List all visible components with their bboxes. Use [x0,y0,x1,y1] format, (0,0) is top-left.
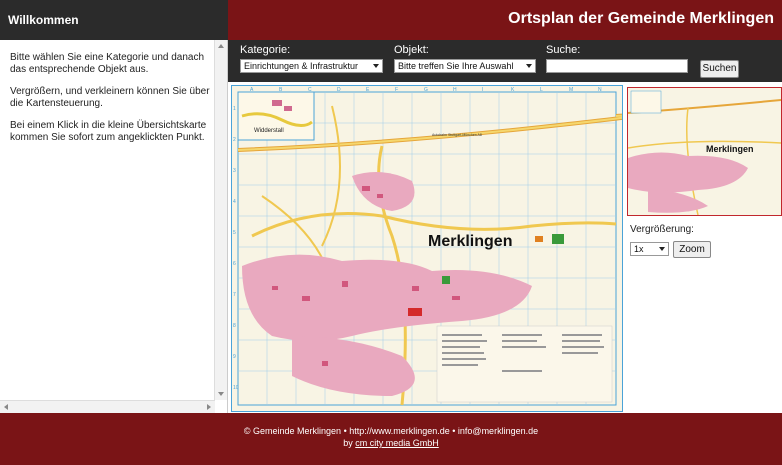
instruction-2: Vergrößern, und verkleinern können Sie ü… [10,86,210,109]
map-col-letter: C [308,87,312,93]
search-label: Suche: [546,44,581,56]
map-graphic[interactable]: Merklingen Widderstall Autobahn Stuttgar… [232,86,639,411]
instruction-3: Bei einem Klick in die kleine Übersichts… [10,120,207,143]
zoom-select[interactable]: 1x [630,242,669,256]
map-col-letter: N [598,87,602,93]
map-road-label: Autobahn Stuttgart-München A8 [432,133,482,137]
map-row-number: 1 [233,106,236,112]
map-inset-label: Widderstall [254,128,284,134]
filter-toolbar: Kategorie: Einrichtungen & Infrastruktur… [228,40,782,82]
map-col-letter: L [540,87,543,93]
search-input[interactable] [546,59,688,73]
scroll-down-icon[interactable] [218,392,224,396]
category-label: Kategorie: [240,44,291,56]
instruction-1: Bitte wählen Sie eine Kategorie und dana… [10,52,205,75]
search-button[interactable]: Suchen [700,60,739,78]
map-row-number: 2 [233,137,236,143]
horizontal-scrollbar[interactable] [0,400,215,413]
instructions: Bitte wählen Sie eine Kategorie und dana… [0,40,227,144]
scroll-right-icon[interactable] [207,404,211,410]
footer-credit: by cm city media GmbH [0,438,782,448]
object-label: Objekt: [394,44,429,56]
chevron-down-icon [659,247,665,251]
map-row-number: 3 [233,168,236,174]
welcome-header: Willkommen [0,0,228,40]
overview-map[interactable]: Merklingen [627,87,782,216]
map-row-number: 8 [233,323,236,329]
overview-graphic[interactable]: Merklingen [628,88,781,215]
scroll-left-icon[interactable] [4,404,8,410]
overview-town-label: Merklingen [706,144,754,154]
vertical-scrollbar[interactable] [214,40,227,400]
chevron-down-icon [526,64,532,68]
map-row-number: 4 [233,199,236,205]
zoom-select-value: 1x [634,244,644,254]
page-title: Ortsplan der Gemeinde Merklingen [508,10,774,27]
map-row-number: 10 [233,385,239,391]
zoom-button[interactable]: Zoom [673,241,711,258]
map-col-letter: I [482,87,483,93]
sidebar-info: Bitte wählen Sie eine Kategorie und dana… [0,40,228,413]
map-col-letter: D [337,87,341,93]
footer-credit-link[interactable]: cm city media GmbH [355,438,439,448]
town-map[interactable]: Merklingen Widderstall Autobahn Stuttgar… [231,85,639,412]
map-area: Merklingen Widderstall Autobahn Stuttgar… [228,82,782,413]
category-select[interactable]: Einrichtungen & Infrastruktur [240,59,383,73]
chevron-down-icon [373,64,379,68]
welcome-title: Willkommen [8,13,79,27]
map-row-number: 6 [233,261,236,267]
footer-copyright: © Gemeinde Merklingen • http://www.merkl… [243,426,539,436]
map-col-letter: G [424,87,428,93]
map-town-label: Merklingen [428,233,512,250]
map-row-number: 5 [233,230,236,236]
app-header: Ortsplan der Gemeinde Merklingen [228,0,782,40]
map-col-letter: M [569,87,573,93]
category-select-value: Einrichtungen & Infrastruktur [244,61,359,71]
zoom-label: Vergrößerung: [630,224,694,235]
map-col-letter: F [395,87,398,93]
scroll-up-icon[interactable] [218,44,224,48]
map-row-number: 7 [233,292,236,298]
footer-credit-prefix: by [343,438,356,448]
map-row-number: 9 [233,354,236,360]
object-select-value: Bitte treffen Sie Ihre Auswahl [398,61,514,71]
map-col-letter: H [453,87,457,93]
object-select[interactable]: Bitte treffen Sie Ihre Auswahl [394,59,536,73]
footer: © Gemeinde Merklingen • http://www.merkl… [0,413,782,465]
